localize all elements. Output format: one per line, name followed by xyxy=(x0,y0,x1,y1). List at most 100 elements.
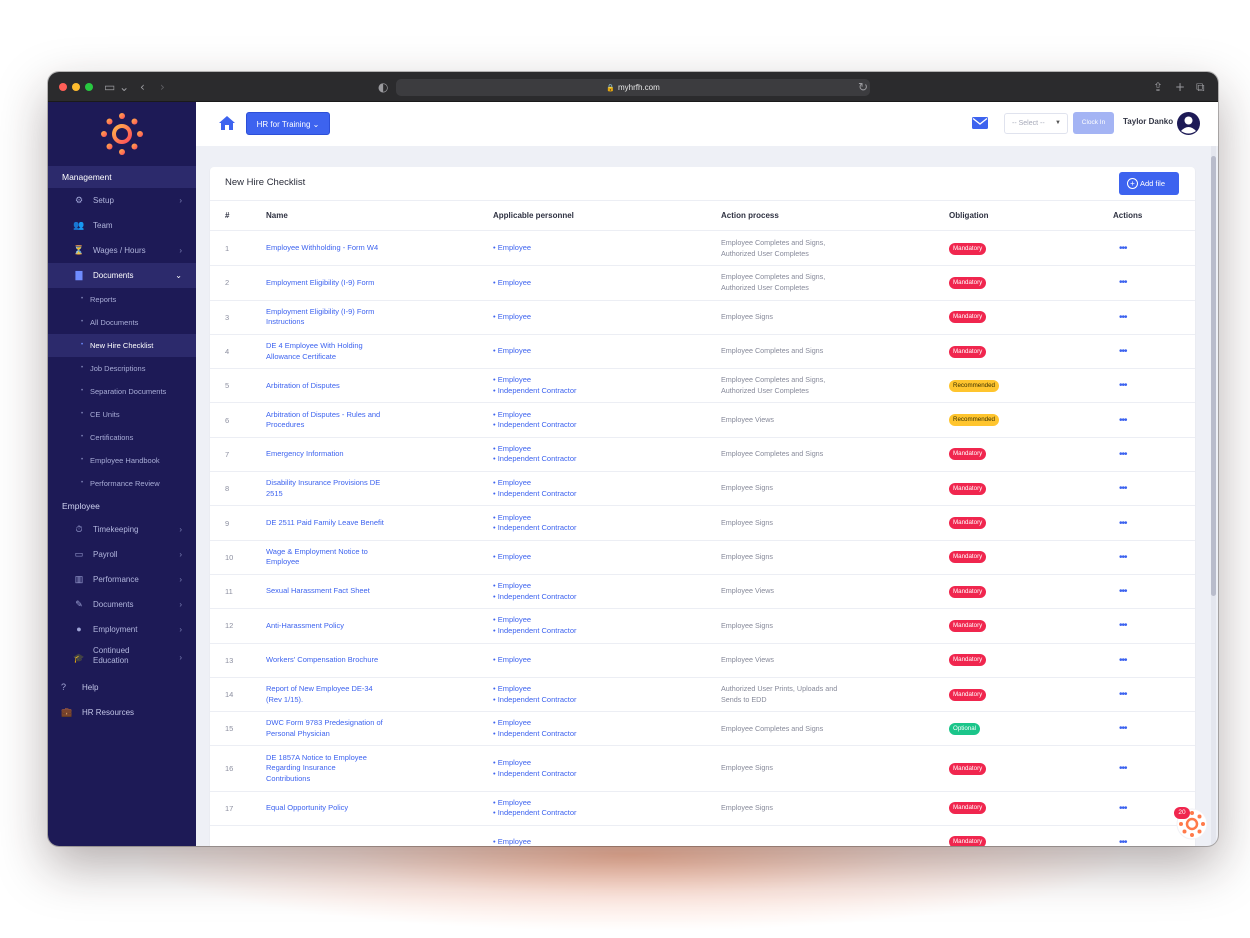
sidebar-item-performance[interactable]: ▥ Performance › xyxy=(48,567,196,592)
sidebar-item-timekeeping[interactable]: ⏱ Timekeeping › xyxy=(48,517,196,542)
sidebar-subitem-performance-review[interactable]: Performance Review xyxy=(48,472,196,495)
action-process: Employee Completes and Signs xyxy=(721,335,871,368)
scrollbar[interactable] xyxy=(1211,146,1216,846)
more-dots-icon[interactable]: ••• xyxy=(1119,335,1127,368)
personnel-item: Employee xyxy=(493,798,577,809)
sidebar-subitem-job-descriptions[interactable]: Job Descriptions xyxy=(48,357,196,380)
column-header-obligation[interactable]: Obligation xyxy=(949,211,989,220)
more-dots-icon[interactable]: ••• xyxy=(1119,644,1127,677)
mail-icon[interactable] xyxy=(972,117,988,129)
new-tab-icon[interactable]: + xyxy=(1175,78,1185,96)
sidebar-subitem-reports[interactable]: Reports xyxy=(48,288,196,311)
address-bar[interactable]: 🔒 myhrfh.com xyxy=(396,79,870,96)
document-name-link[interactable]: Arbitration of Disputes - Rules and Proce… xyxy=(266,404,406,437)
sidebar-subitem-ce-units[interactable]: CE Units xyxy=(48,403,196,426)
sidebar-toggle-icon[interactable]: ▭ ⌄ xyxy=(104,78,129,96)
personnel-item: Independent Contractor xyxy=(493,454,577,465)
column-header-personnel[interactable]: Applicable personnel xyxy=(493,211,574,220)
applicable-personnel: Employee xyxy=(493,541,531,574)
browser-window: ▭ ⌄ ‹ › ◐ 🔒 myhrfh.com ↻ ⇪ + ⧉ Management xyxy=(48,72,1218,846)
document-name-link[interactable]: Emergency Information xyxy=(266,438,406,471)
more-dots-icon[interactable]: ••• xyxy=(1119,609,1127,642)
document-name-link[interactable]: Report of New Employee DE-34 (Rev 1/15). xyxy=(266,678,406,711)
document-name-link[interactable]: DE 2511 Paid Family Leave Benefit xyxy=(266,506,406,539)
document-name-link[interactable]: Anti-Harassment Policy xyxy=(266,609,406,642)
forward-icon[interactable]: › xyxy=(160,78,165,96)
more-dots-icon[interactable]: ••• xyxy=(1119,472,1127,505)
sidebar-subitem-separation-documents[interactable]: Separation Documents xyxy=(48,380,196,403)
back-icon[interactable]: ‹ xyxy=(140,78,145,96)
column-header-number[interactable]: # xyxy=(225,211,229,220)
more-dots-icon[interactable]: ••• xyxy=(1119,369,1127,402)
sidebar-item-hr-resources[interactable]: 💼 HR Resources xyxy=(48,700,196,725)
more-dots-icon[interactable]: ••• xyxy=(1119,232,1127,265)
applicable-personnel: Employee xyxy=(493,826,531,846)
sidebar-subitem-all-documents[interactable]: All Documents xyxy=(48,311,196,334)
company-dropdown-button[interactable]: HR for Training ⌄ xyxy=(246,112,330,135)
maximize-window-button[interactable] xyxy=(85,83,93,91)
sidebar-item-help[interactable]: ? Help xyxy=(48,675,196,700)
close-window-button[interactable] xyxy=(59,83,67,91)
sidebar-subitem-new-hire-checklist[interactable]: New Hire Checklist xyxy=(48,334,196,357)
document-name-link[interactable]: Employment Eligibility (I-9) Form xyxy=(266,266,406,299)
more-dots-icon[interactable]: ••• xyxy=(1119,404,1127,437)
location-select[interactable]: -- Select -- ▼ xyxy=(1004,113,1068,134)
document-name-link[interactable]: Disability Insurance Provisions DE 2515 xyxy=(266,472,406,505)
column-header-name[interactable]: Name xyxy=(266,211,288,220)
document-name-link[interactable]: Arbitration of Disputes xyxy=(266,369,406,402)
tab-overview-icon[interactable]: ⧉ xyxy=(1196,78,1205,96)
document-name-link[interactable]: DWC Form 9783 Predesignation of Personal … xyxy=(266,712,406,745)
more-dots-icon[interactable]: ••• xyxy=(1119,792,1127,825)
add-file-button[interactable]: + Add file xyxy=(1119,172,1179,195)
reload-icon[interactable]: ↻ xyxy=(858,78,868,96)
sidebar-item-employment[interactable]: ● Employment › xyxy=(48,617,196,642)
management-section[interactable]: Management xyxy=(48,166,196,188)
more-dots-icon[interactable]: ••• xyxy=(1119,438,1127,471)
user-name[interactable]: Taylor Danko xyxy=(1123,117,1173,126)
action-process-line: Authorized User Completes xyxy=(721,248,809,258)
notification-badge[interactable]: 20 xyxy=(1174,807,1190,819)
document-name-link[interactable]: Employee Withholding - Form W4 xyxy=(266,232,406,265)
sidebar-item-employee-documents[interactable]: ✎ Documents › xyxy=(48,592,196,617)
sidebar-item-continued-education[interactable]: 🎓 Continued Education › xyxy=(48,643,196,673)
more-dots-icon[interactable]: ••• xyxy=(1119,266,1127,299)
document-name-link[interactable]: Sexual Harassment Fact Sheet xyxy=(266,575,406,608)
more-dots-icon[interactable]: ••• xyxy=(1119,747,1127,791)
minimize-window-button[interactable] xyxy=(72,83,80,91)
company-logo-icon[interactable] xyxy=(100,112,144,156)
clock-in-button[interactable]: Clock In xyxy=(1073,112,1114,134)
home-icon[interactable] xyxy=(218,115,236,131)
sidebar-item-team[interactable]: 👥 Team xyxy=(48,213,196,238)
column-header-actions[interactable]: Actions xyxy=(1113,211,1142,220)
employee-section[interactable]: Employee xyxy=(48,495,196,517)
scrollbar-thumb[interactable] xyxy=(1211,156,1216,596)
more-dots-icon[interactable]: ••• xyxy=(1119,712,1127,745)
more-dots-icon[interactable]: ••• xyxy=(1119,506,1127,539)
document-name-line: Wage & Employment Notice to xyxy=(266,546,368,556)
person-icon: ● xyxy=(76,624,82,634)
share-icon[interactable]: ⇪ xyxy=(1153,78,1163,96)
obligation-badge: Mandatory xyxy=(949,517,987,530)
document-name-link[interactable]: Employment Eligibility (I-9) Form Instruc… xyxy=(266,301,406,334)
sidebar-subitem-certifications[interactable]: Certifications xyxy=(48,426,196,449)
avatar-icon[interactable] xyxy=(1177,112,1200,135)
document-name-link[interactable] xyxy=(266,826,406,846)
document-name-link[interactable]: DE 1857A Notice to Employee Regarding Ins… xyxy=(266,747,406,791)
more-dots-icon[interactable]: ••• xyxy=(1119,678,1127,711)
more-dots-icon[interactable]: ••• xyxy=(1119,301,1127,334)
sidebar-item-setup[interactable]: ⚙ Setup › xyxy=(48,188,196,213)
sidebar-item-payroll[interactable]: ▭ Payroll › xyxy=(48,542,196,567)
more-dots-icon[interactable]: ••• xyxy=(1119,826,1127,846)
sidebar-subitem-employee-handbook[interactable]: Employee Handbook xyxy=(48,449,196,472)
sidebar-item-wages-hours[interactable]: ⏳ Wages / Hours › xyxy=(48,238,196,263)
shield-icon[interactable]: ◐ xyxy=(378,78,388,96)
column-header-action-process[interactable]: Action process xyxy=(721,211,779,220)
more-dots-icon[interactable]: ••• xyxy=(1119,541,1127,574)
sidebar-item-documents[interactable]: ▇ Documents ⌄ xyxy=(48,263,196,288)
document-name-link[interactable]: Equal Opportunity Policy xyxy=(266,792,406,825)
obligation-cell: Mandatory xyxy=(949,575,987,608)
document-name-link[interactable]: Workers' Compensation Brochure xyxy=(266,644,406,677)
more-dots-icon[interactable]: ••• xyxy=(1119,575,1127,608)
document-name-link[interactable]: DE 4 Employee With Holding Allowance Cert… xyxy=(266,335,406,368)
document-name-link[interactable]: Wage & Employment Notice to Employee xyxy=(266,541,406,574)
